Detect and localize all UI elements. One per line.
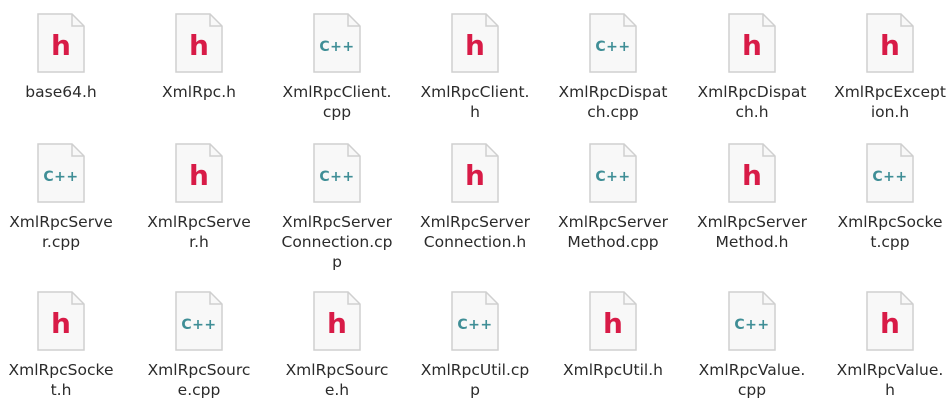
c-header-file-icon: h <box>175 143 223 203</box>
file-grid: h base64.h h XmlRpc.h C++ XmlRpcClient.c… <box>0 0 947 403</box>
file-item[interactable]: h XmlRpcUtil.h <box>548 288 678 380</box>
file-item[interactable]: h XmlRpcServer.h <box>134 140 264 252</box>
c-header-file-icon: h <box>589 291 637 351</box>
file-name: XmlRpcValue.h <box>836 361 944 399</box>
file-icon-glyph: C++ <box>595 39 630 55</box>
file-icon-glyph: h <box>51 29 71 62</box>
file-name: XmlRpcServer.h <box>147 213 251 251</box>
file-item[interactable]: C++ XmlRpcClient.cpp <box>272 10 402 122</box>
file-item[interactable]: h XmlRpcServerMethod.h <box>687 140 817 252</box>
file-name: XmlRpcServerMethod.h <box>697 213 807 251</box>
file-icon-glyph: C++ <box>43 169 78 185</box>
file-name: XmlRpcUtil.h <box>563 361 663 379</box>
file-name: XmlRpcSource.h <box>285 361 389 399</box>
cpp-source-file-icon: C++ <box>451 291 499 351</box>
c-header-file-icon: h <box>313 291 361 351</box>
file-name: XmlRpcServerConnection.h <box>420 213 530 251</box>
file-icon-glyph: h <box>465 29 485 62</box>
file-item[interactable]: C++ XmlRpcServer.cpp <box>0 140 126 252</box>
c-header-file-icon: h <box>175 13 223 73</box>
file-name: XmlRpcSource.cpp <box>147 361 251 399</box>
file-item[interactable]: h XmlRpcClient.h <box>410 10 540 122</box>
file-icon-glyph: h <box>189 29 209 62</box>
file-item[interactable]: C++ XmlRpcUtil.cpp <box>410 288 540 400</box>
file-name: XmlRpcSocket.h <box>8 361 114 399</box>
file-icon-glyph: h <box>880 29 900 62</box>
cpp-source-file-icon: C++ <box>728 291 776 351</box>
file-icon-glyph: C++ <box>457 317 492 333</box>
cpp-source-file-icon: C++ <box>866 143 914 203</box>
c-header-file-icon: h <box>728 13 776 73</box>
file-item[interactable]: h XmlRpcException.h <box>825 10 947 122</box>
file-icon-glyph: h <box>51 307 71 340</box>
file-item[interactable]: C++ XmlRpcSource.cpp <box>134 288 264 400</box>
cpp-source-file-icon: C++ <box>37 143 85 203</box>
c-header-file-icon: h <box>451 13 499 73</box>
file-icon-glyph: C++ <box>319 39 354 55</box>
file-item[interactable]: h XmlRpcSocket.h <box>0 288 126 400</box>
file-icon-glyph: C++ <box>734 317 769 333</box>
c-header-file-icon: h <box>728 143 776 203</box>
file-name: XmlRpcServerMethod.cpp <box>558 213 668 251</box>
file-item[interactable]: C++ XmlRpcDispatch.cpp <box>548 10 678 122</box>
file-item[interactable]: C++ XmlRpcValue.cpp <box>687 288 817 400</box>
file-name: XmlRpcDispatch.h <box>697 83 807 121</box>
file-name: XmlRpcClient.h <box>420 83 530 121</box>
file-name: XmlRpcSocket.cpp <box>837 213 943 251</box>
cpp-source-file-icon: C++ <box>313 143 361 203</box>
file-icon-glyph: h <box>189 159 209 192</box>
file-name: XmlRpcValue.cpp <box>698 361 806 399</box>
file-item[interactable]: h XmlRpc.h <box>134 10 264 102</box>
file-icon-glyph: h <box>465 159 485 192</box>
file-icon-glyph: C++ <box>872 169 907 185</box>
file-name: XmlRpcException.h <box>834 83 946 121</box>
file-name: XmlRpc.h <box>162 83 236 101</box>
file-name: XmlRpcUtil.cpp <box>420 361 530 399</box>
file-item[interactable]: C++ XmlRpcSocket.cpp <box>825 140 947 252</box>
cpp-source-file-icon: C++ <box>313 13 361 73</box>
file-item[interactable]: h XmlRpcValue.h <box>825 288 947 400</box>
file-icon-glyph: h <box>603 307 623 340</box>
file-icon-glyph: h <box>327 307 347 340</box>
file-item[interactable]: h XmlRpcDispatch.h <box>687 10 817 122</box>
file-item[interactable]: h base64.h <box>0 10 126 102</box>
cpp-source-file-icon: C++ <box>175 291 223 351</box>
c-header-file-icon: h <box>866 13 914 73</box>
c-header-file-icon: h <box>451 143 499 203</box>
file-icon-glyph: C++ <box>181 317 216 333</box>
file-item[interactable]: C++ XmlRpcServerMethod.cpp <box>548 140 678 252</box>
file-icon-glyph: C++ <box>319 169 354 185</box>
c-header-file-icon: h <box>37 13 85 73</box>
file-name: XmlRpcServerConnection.cpp <box>281 213 393 271</box>
file-icon-glyph: h <box>742 29 762 62</box>
file-item[interactable]: h XmlRpcSource.h <box>272 288 402 400</box>
file-icon-glyph: h <box>742 159 762 192</box>
file-item[interactable]: h XmlRpcServerConnection.h <box>410 140 540 252</box>
file-item[interactable]: C++ XmlRpcServerConnection.cpp <box>272 140 402 272</box>
file-name: base64.h <box>25 83 97 101</box>
file-icon-glyph: h <box>880 307 900 340</box>
c-header-file-icon: h <box>866 291 914 351</box>
file-name: XmlRpcClient.cpp <box>282 83 392 121</box>
c-header-file-icon: h <box>37 291 85 351</box>
file-icon-glyph: C++ <box>595 169 630 185</box>
file-name: XmlRpcDispatch.cpp <box>558 83 668 121</box>
cpp-source-file-icon: C++ <box>589 143 637 203</box>
file-name: XmlRpcServer.cpp <box>9 213 113 251</box>
cpp-source-file-icon: C++ <box>589 13 637 73</box>
